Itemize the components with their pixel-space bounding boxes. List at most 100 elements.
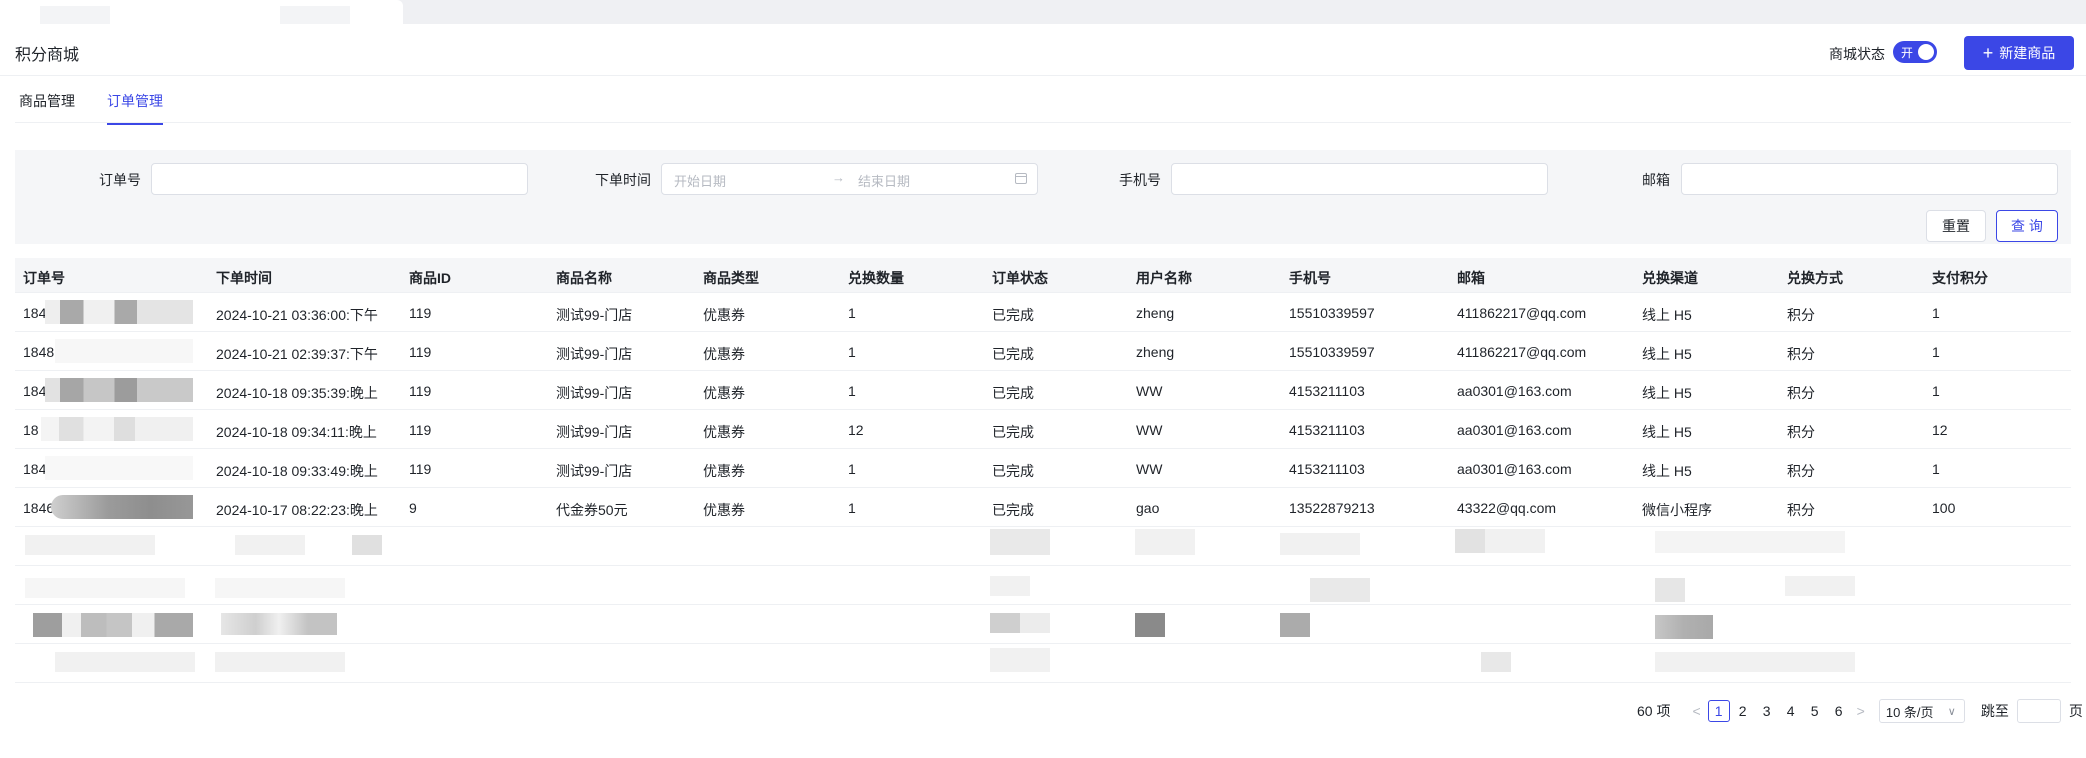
col-product-name: 商品名称 [556,270,612,286]
redacted-cell [1280,533,1360,555]
order-no-label: 订单号 [99,172,141,188]
orders-table: 订单号 下单时间 商品ID 商品名称 商品类型 兑换数量 订单状态 用户名称 手… [15,258,2071,683]
redacted-cell [221,613,337,635]
cell-channel: 线上 H5 [1642,346,1692,362]
order-time-label: 下单时间 [595,172,651,188]
col-phone: 手机号 [1289,270,1331,286]
reset-button[interactable]: 重置 [1926,210,1986,242]
page-5[interactable]: 5 [1804,700,1826,722]
col-method: 兑换方式 [1787,270,1843,286]
redacted-cell [1655,652,1855,672]
redacted-cell [55,652,195,672]
redacted-cell [1655,531,1845,553]
page-2[interactable]: 2 [1732,700,1754,722]
cell-method: 积分 [1787,385,1815,401]
redacted-order-no [41,417,193,441]
redacted-cell [1485,529,1545,553]
cell-channel: 线上 H5 [1642,424,1692,440]
phone-input[interactable] [1171,163,1548,195]
cell-email: aa0301@163.com [1457,383,1572,399]
table-row[interactable]: 184 2024-10-18 09:35:39:晚上 119 测试99-门店 优… [15,371,2071,410]
col-email: 邮箱 [1457,270,1485,286]
redacted-table-row [15,644,2071,683]
col-status: 订单状态 [992,270,1048,286]
cell-product-name: 测试99-门店 [556,346,633,362]
redacted-order-no [45,378,193,402]
cell-qty: 1 [848,500,856,516]
col-channel: 兑换渠道 [1642,270,1698,286]
page-size-select[interactable]: 10 条/页 ∨ [1878,699,1965,723]
cell-phone: 15510339597 [1289,305,1375,321]
cell-status: 已完成 [992,502,1034,518]
cell-phone: 15510339597 [1289,344,1375,360]
email-input[interactable] [1681,163,2058,195]
cell-order-time: 2024-10-17 08:22:23:晚上 [216,502,378,518]
redacted-cell [1455,529,1485,553]
col-product-id: 商品ID [409,270,451,286]
cell-user: WW [1136,461,1163,477]
next-page-icon[interactable]: > [1857,703,1865,719]
table-row[interactable]: 1848 2024-10-21 02:39:37:下午 119 测试99-门店 … [15,332,2071,371]
redacted-cell [990,613,1050,633]
cell-order-no: 184 [23,461,47,477]
redacted-cell [215,652,345,672]
jump-label: 跳至 [1980,703,2009,719]
jump-page-input[interactable] [2016,699,2061,723]
cell-user: gao [1136,500,1160,516]
query-button[interactable]: 查 询 [1996,210,2058,242]
cell-user: WW [1136,422,1163,438]
cell-phone: 4153211103 [1289,383,1365,399]
mall-status-toggle[interactable]: 开 [1893,41,1937,63]
cell-product-name: 测试99-门店 [556,463,633,479]
prev-page-icon[interactable]: < [1692,703,1700,719]
cell-qty: 1 [848,305,856,321]
cell-points: 1 [1932,383,1940,399]
page-3[interactable]: 3 [1756,700,1778,722]
order-time-range-picker[interactable]: 开始日期 → 结束日期 [661,163,1038,195]
table-row[interactable]: 184 2024-10-21 03:36:00:下午 119 测试99-门店 优… [15,293,2071,332]
redacted-cell [1310,578,1370,602]
redacted-cell [990,529,1050,555]
redacted-cell [1785,576,1855,596]
mall-status-label: 商城状态 [1829,46,1885,62]
cell-order-no: 1846 [23,500,55,516]
table-row[interactable]: 1846 2024-10-17 08:22:23:晚上 9 代金券50元 优惠券… [15,488,2071,527]
cell-channel: 线上 H5 [1642,307,1692,323]
cell-order-no: 18 [23,422,39,438]
cell-points: 1 [1932,344,1940,360]
tab-product-management[interactable]: 商品管理 [19,91,75,123]
page-6[interactable]: 6 [1828,700,1850,722]
redacted-table-row [15,605,2071,644]
new-product-button[interactable]: + 新建商品 [1964,36,2074,70]
col-user: 用户名称 [1136,270,1192,286]
page-title: 积分商城 [15,47,80,64]
table-row[interactable]: 18 2024-10-18 09:34:11:晚上 119 测试99-门店 优惠… [15,410,2071,449]
cell-points: 1 [1932,461,1940,477]
cell-qty: 12 [848,422,864,438]
order-no-input[interactable] [151,163,528,195]
cell-product-type: 优惠券 [703,307,745,323]
page-1[interactable]: 1 [1707,700,1730,722]
cell-product-type: 优惠券 [703,502,745,518]
cell-status: 已完成 [992,346,1034,362]
redacted-cell [352,535,382,555]
cell-email: 411862217@qq.com [1457,344,1587,360]
cell-user: zheng [1136,305,1175,321]
cell-product-id: 119 [409,305,432,321]
cell-user: zheng [1136,344,1175,360]
tab-order-management[interactable]: 订单管理 [107,91,163,125]
cell-product-id: 119 [409,383,432,399]
cell-email: 411862217@qq.com [1457,305,1587,321]
range-arrow-icon: → [832,170,845,185]
cell-order-time: 2024-10-18 09:33:49:晚上 [216,463,378,479]
cell-order-time: 2024-10-21 02:39:37:下午 [216,346,378,362]
redacted-cell [25,578,185,598]
cell-qty: 1 [848,461,856,477]
cell-method: 积分 [1787,463,1815,479]
plus-icon: + [1982,43,1994,63]
cell-order-time: 2024-10-18 09:35:39:晚上 [216,385,378,401]
page-4[interactable]: 4 [1780,700,1802,722]
table-row[interactable]: 184 2024-10-18 09:33:49:晚上 119 测试99-门店 优… [15,449,2071,488]
cell-email: aa0301@163.com [1457,461,1572,477]
cell-product-name: 代金券50元 [556,502,628,518]
